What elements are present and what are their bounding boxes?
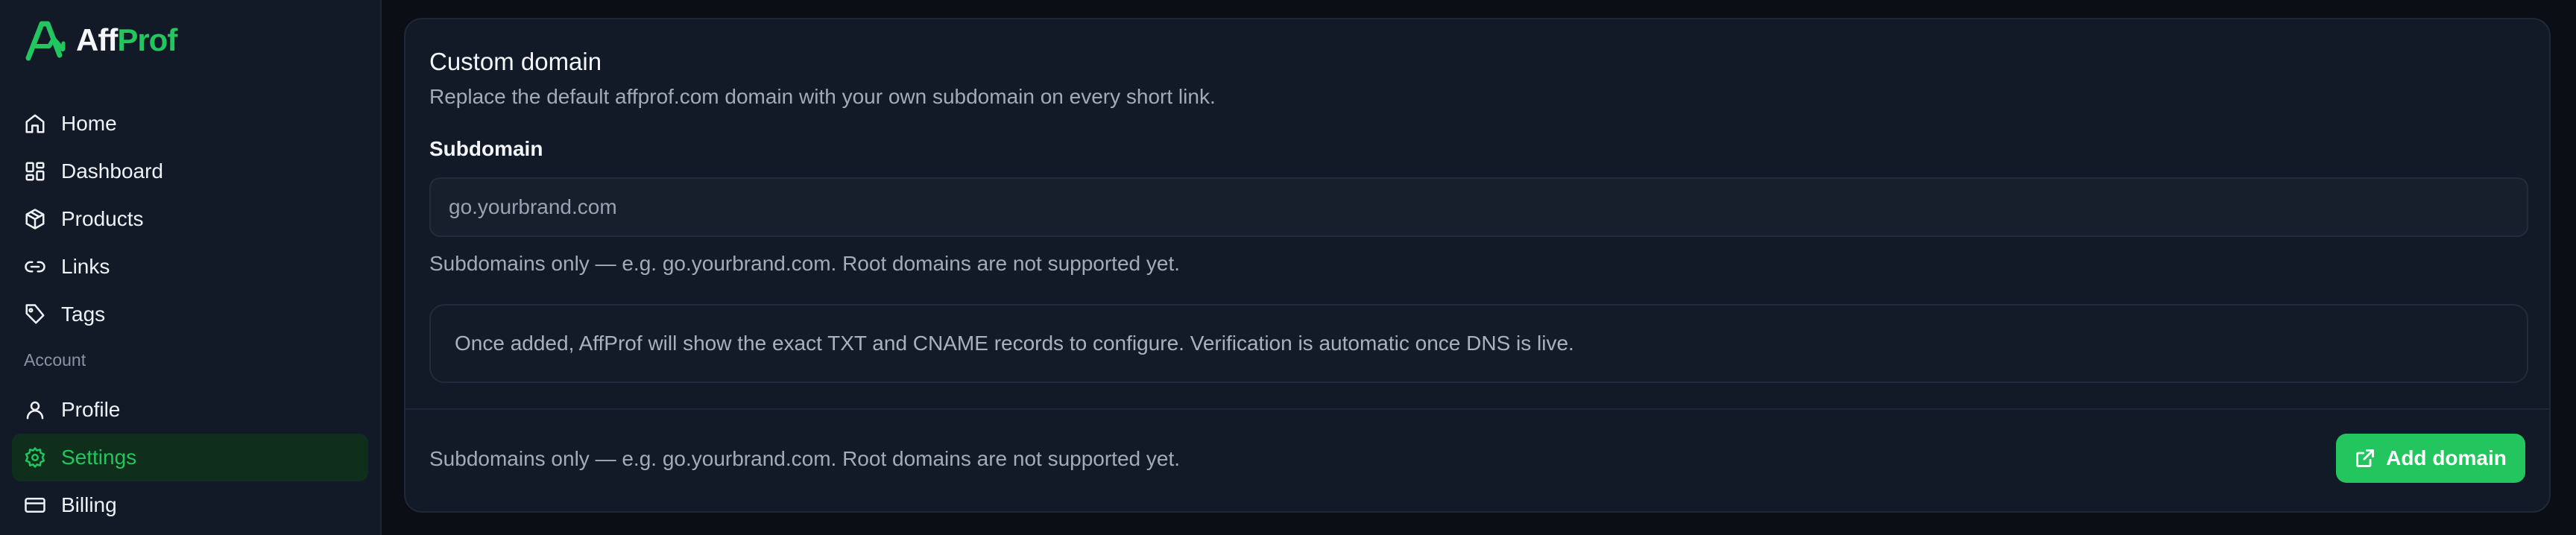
sidebar-item-tags[interactable]: Tags	[12, 291, 368, 338]
link-icon	[25, 261, 45, 273]
sidebar-item-label: Dashboard	[61, 159, 163, 183]
sidebar-item-label: Links	[61, 255, 110, 278]
tag-icon	[25, 304, 45, 324]
card-footer: Subdomains only — e.g. go.yourbrand.com.…	[405, 408, 2549, 511]
sidebar-item-label: Profile	[61, 398, 121, 421]
sidebar-item-label: Tags	[61, 303, 106, 326]
sidebar-item-label: Home	[61, 112, 117, 135]
custom-domain-card: Custom domain Replace the default affpro…	[404, 18, 2551, 513]
sidebar-item-home[interactable]: Home	[12, 100, 368, 148]
dns-info-text: Once added, AffProf will show the exact …	[455, 332, 1574, 355]
sidebar-item-label: Billing	[61, 493, 117, 516]
main-content: Custom domain Replace the default affpro…	[382, 0, 2576, 535]
sidebar-item-products[interactable]: Products	[12, 195, 368, 243]
sidebar-section-account: Account	[24, 350, 86, 370]
app-window: AffProf Home Dashboard Products Links Ta…	[0, 0, 2576, 535]
subdomain-label: Subdomain	[429, 137, 543, 160]
sidebar: AffProf Home Dashboard Products Links Ta…	[0, 0, 382, 535]
card-title: Custom domain	[429, 48, 602, 75]
affprof-logo-icon	[25, 21, 66, 61]
dns-info-box: Once added, AffProf will show the exact …	[429, 304, 2528, 383]
sidebar-item-settings[interactable]: Settings	[12, 434, 368, 481]
subdomain-input[interactable]	[429, 177, 2528, 237]
subdomain-hint: Subdomains only — e.g. go.yourbrand.com.…	[429, 252, 1181, 275]
add-domain-button[interactable]: Add domain	[2336, 434, 2525, 483]
sidebar-item-label: Settings	[61, 446, 137, 469]
card-description: Replace the default affprof.com domain w…	[429, 85, 1216, 108]
brand-name-part2: Prof	[117, 22, 177, 57]
add-domain-button-label: Add domain	[2386, 446, 2507, 469]
credit-card-icon	[25, 498, 45, 513]
dashboard-icon	[25, 162, 45, 181]
brand-name-part1: Aff	[76, 22, 118, 57]
sidebar-item-label: Products	[61, 207, 144, 230]
sidebar-item-dashboard[interactable]: Dashboard	[12, 148, 368, 195]
sidebar-item-billing[interactable]: Billing	[12, 481, 368, 529]
user-icon	[26, 401, 44, 420]
external-link-icon	[2356, 449, 2375, 467]
sidebar-item-profile[interactable]: Profile	[12, 386, 368, 434]
sidebar-item-links[interactable]: Links	[12, 243, 368, 291]
home-icon	[25, 114, 45, 133]
gear-icon	[25, 447, 45, 468]
box-icon	[25, 209, 45, 229]
footer-hint: Subdomains only — e.g. go.yourbrand.com.…	[429, 447, 1181, 470]
brand-logo[interactable]: AffProf	[24, 16, 177, 64]
